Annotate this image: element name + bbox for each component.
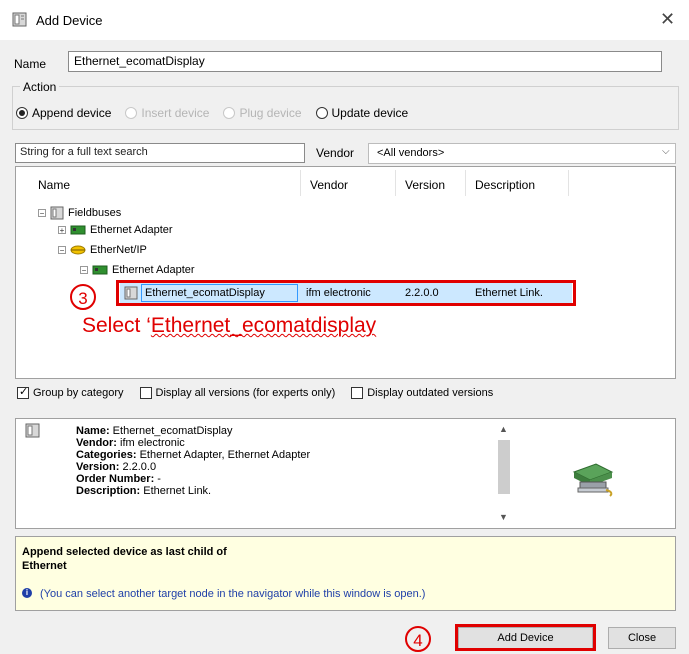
device-folder-icon [50, 206, 64, 220]
close-icon[interactable]: ✕ [660, 9, 675, 30]
tree-item-ethernet-adapter[interactable]: + Ethernet Adapter [58, 224, 173, 236]
scroll-down-icon[interactable]: ▼ [499, 512, 508, 522]
append-device-label: Append device [32, 106, 112, 120]
plug-device-radio: Plug device [223, 106, 302, 120]
step-3-marker: 3 [70, 284, 96, 310]
step-4-marker: 4 [405, 626, 431, 652]
append-hint: (You can select another target node in t… [40, 588, 426, 600]
scrollbar-thumb[interactable] [498, 440, 510, 494]
checkbox-label: Display outdated versions [367, 387, 494, 399]
info-version-key: Version: [76, 461, 120, 473]
vendor-select[interactable]: <All vendors> [368, 143, 676, 164]
search-input[interactable]: String for a full text search [15, 143, 305, 163]
device-info-text: Name: Ethernet_ecomatDisplay Vendor: ifm… [76, 425, 310, 497]
checkbox-label: Display all versions (for experts only) [155, 387, 336, 399]
tree-item-label: EtherNet/IP [90, 244, 147, 256]
annotation-device-name: Ethernet_ecomatdisplay [150, 314, 377, 337]
network-card-icon [92, 265, 108, 275]
insert-device-label: Insert device [141, 106, 210, 120]
expand-icon[interactable]: + [58, 226, 66, 235]
name-label: Name [14, 57, 47, 71]
update-device-radio[interactable]: Update device [315, 106, 409, 120]
info-vendor-value: ifm electronic [116, 437, 185, 449]
display-all-versions-checkbox[interactable]: Display all versions (for experts only) [139, 387, 336, 399]
radio-indicator [125, 107, 138, 119]
column-divider[interactable] [395, 170, 396, 196]
window-title: Add Device [36, 13, 103, 28]
info-order-value: - [154, 473, 161, 485]
title-bar [0, 0, 689, 40]
radio-indicator [223, 107, 236, 119]
device-image [525, 420, 659, 525]
info-desc-value: Ethernet Link. [140, 485, 212, 497]
info-version-value: 2.2.0.0 [119, 461, 157, 473]
append-line-2: Ethernet [22, 560, 67, 572]
column-divider[interactable] [568, 170, 569, 196]
tree-item-label: Fieldbuses [68, 207, 122, 219]
tree-item-ethernet-ip[interactable]: − EtherNet/IP [58, 244, 147, 256]
device-icon [25, 423, 40, 438]
vendor-label: Vendor [316, 146, 355, 160]
plug-device-label: Plug device [239, 106, 302, 120]
info-name-key: Name: [76, 425, 110, 437]
network-adapter-image-icon [572, 463, 614, 497]
highlight-box-step3 [116, 280, 576, 306]
update-device-label: Update device [331, 106, 409, 120]
info-categories-value: Ethernet Adapter, Ethernet Adapter [136, 449, 311, 461]
action-radio-row: Append device Insert device Plug device … [16, 106, 416, 120]
checkbox-indicator[interactable] [139, 387, 152, 399]
insert-device-radio: Insert device [125, 106, 209, 120]
annotation-text: Select ‘ [82, 314, 151, 337]
info-categories-key: Categories: [76, 449, 137, 461]
radio-indicator[interactable] [315, 107, 328, 119]
close-button[interactable]: Close [608, 627, 676, 649]
append-line-1: Append selected device as last child of [22, 546, 227, 558]
collapse-icon[interactable]: − [58, 246, 66, 255]
info-order-key: Order Number: [76, 473, 155, 485]
step-3-annotation: Select ‘Ethernet_ecomatdisplay [82, 314, 376, 338]
tree-item-label: Ethernet Adapter [90, 224, 173, 236]
column-description[interactable]: Description [475, 178, 535, 192]
column-name[interactable]: Name [38, 178, 70, 192]
info-vendor-key: Vendor: [76, 437, 117, 449]
info-name-value: Ethernet_ecomatDisplay [109, 425, 233, 437]
network-card-icon [70, 225, 86, 235]
column-version[interactable]: Version [405, 178, 445, 192]
group-by-category-checkbox[interactable]: Group by category [17, 385, 124, 399]
radio-indicator[interactable] [16, 107, 28, 119]
info-desc-key: Description: [76, 485, 141, 497]
checkbox-label: Group by category [33, 387, 124, 399]
tree-item-label: Ethernet Adapter [112, 264, 195, 276]
action-legend: Action [20, 80, 60, 94]
ethernet-ip-icon [70, 245, 86, 255]
device-icon [12, 12, 27, 27]
display-outdated-checkbox[interactable]: Display outdated versions [351, 387, 493, 399]
collapse-icon[interactable]: − [80, 266, 88, 275]
chevron-down-icon[interactable]: ⌵ [662, 146, 670, 157]
collapse-icon[interactable]: − [38, 209, 46, 218]
checkbox-indicator[interactable] [351, 387, 364, 399]
append-device-radio[interactable]: Append device [16, 106, 111, 120]
filter-row: Group by category Display all versions (… [17, 385, 503, 399]
append-description: Append selected device as last child of … [22, 545, 227, 573]
tree-item-fieldbuses[interactable]: − Fieldbuses [38, 206, 121, 220]
highlight-box-step4 [455, 624, 596, 651]
column-divider[interactable] [300, 170, 301, 196]
name-input[interactable]: Ethernet_ecomatDisplay [68, 51, 662, 72]
column-vendor[interactable]: Vendor [310, 178, 348, 192]
column-divider[interactable] [465, 170, 466, 196]
info-icon: i [22, 588, 32, 598]
checkbox-indicator[interactable] [17, 385, 29, 399]
tree-item-ethernet-adapter-sub[interactable]: − Ethernet Adapter [80, 264, 195, 276]
scroll-up-icon[interactable]: ▲ [499, 424, 508, 434]
